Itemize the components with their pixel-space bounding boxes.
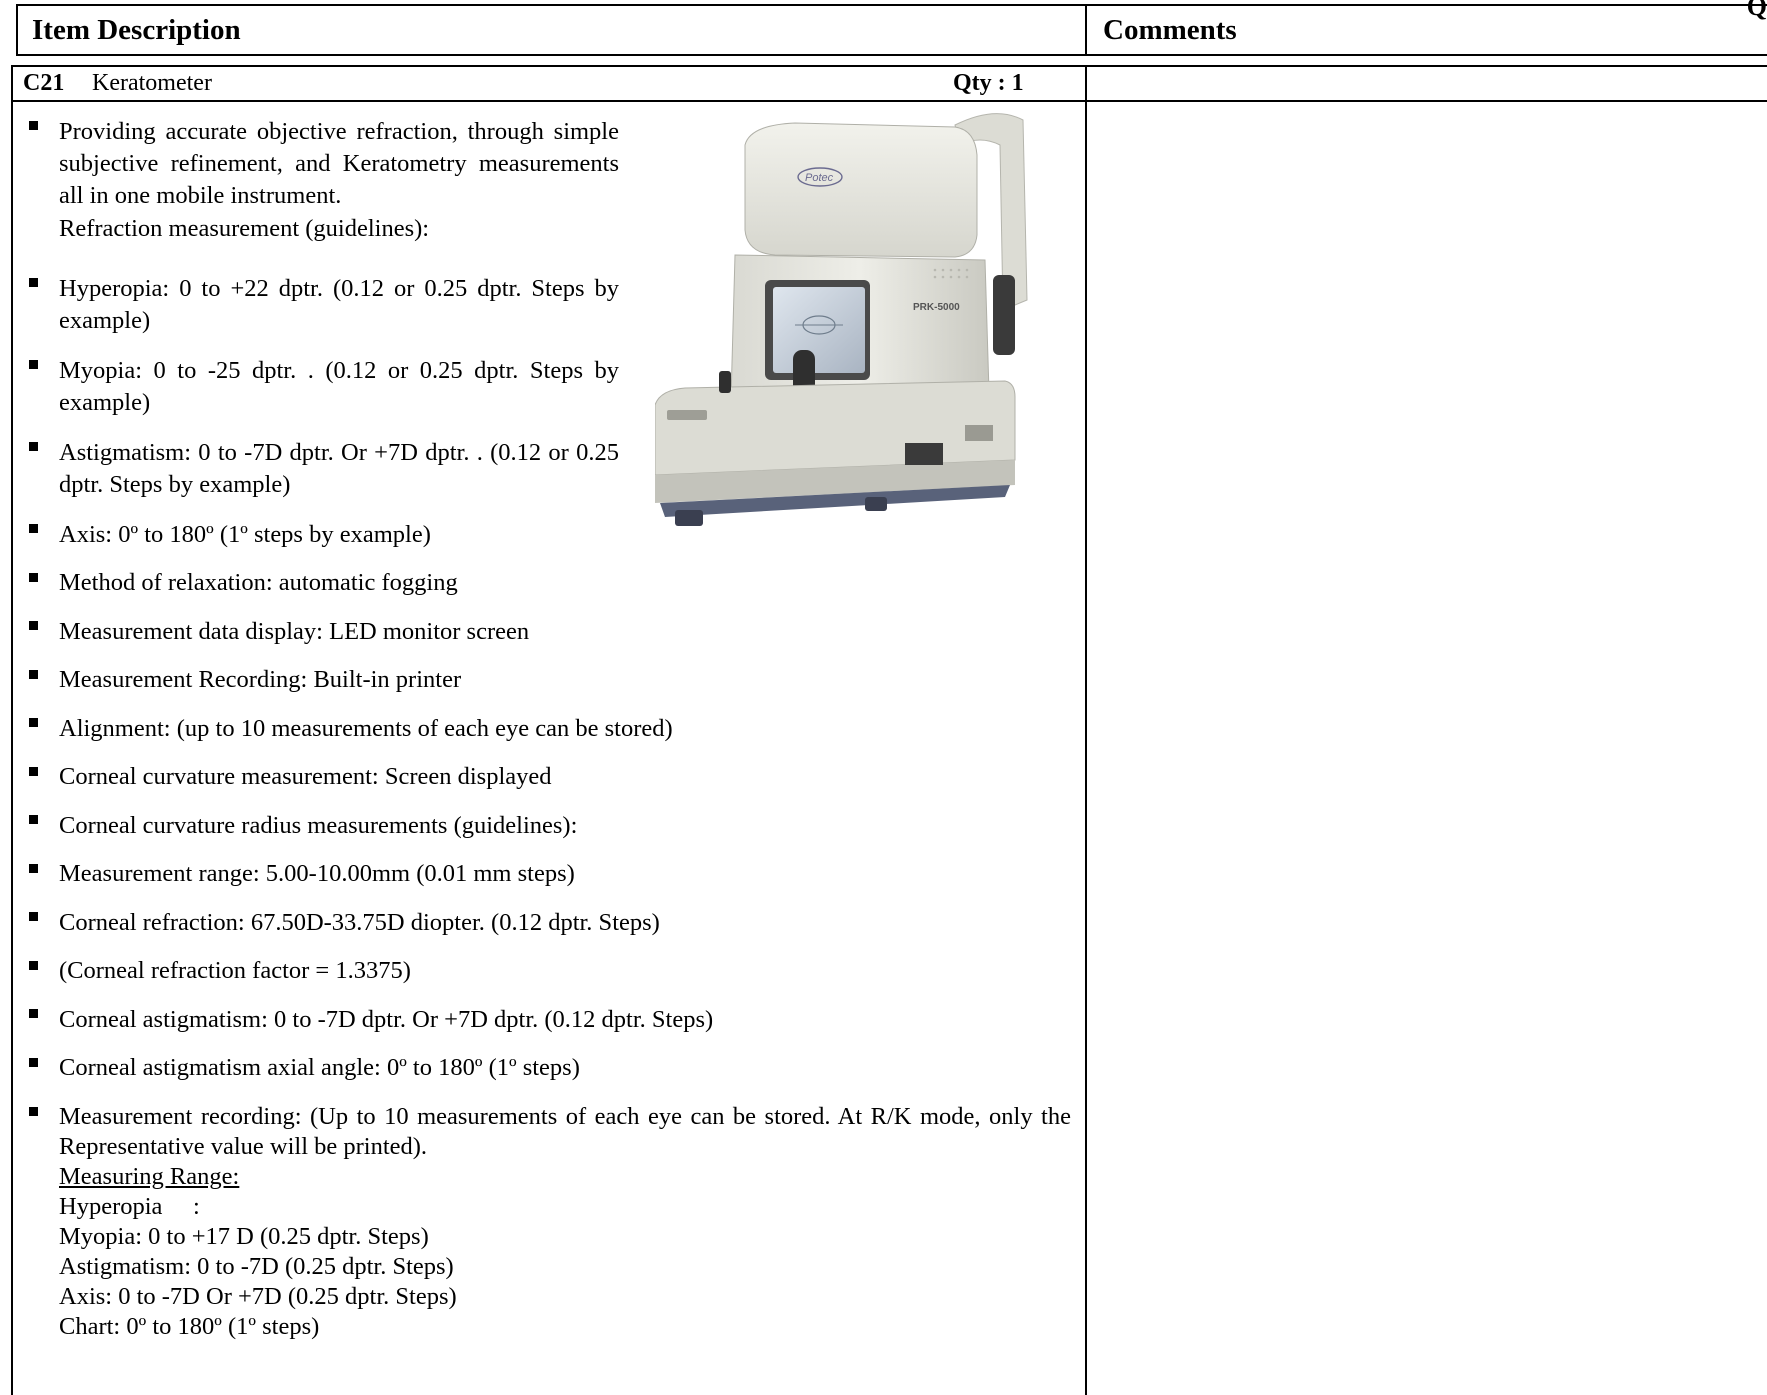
measuring-range-line: Astigmatism: 0 to -7D (0.25 dptr. Steps): [59, 1253, 454, 1280]
measuring-range-line: Myopia: 0 to +17 D (0.25 dptr. Steps): [59, 1223, 429, 1250]
bullet-marker: [29, 912, 38, 921]
bullet-marker: [29, 864, 38, 873]
spec-item: (Corneal refraction factor = 1.3375): [59, 957, 411, 984]
header-comments: Comments: [1103, 13, 1237, 46]
spec-item: Measurement recording: (Up to 10 measure…: [59, 1103, 1071, 1160]
brand-logo-text: Potec: [805, 172, 834, 184]
item-description-content: Providing accurate objective refraction,…: [0, 0, 1072, 1390]
measuring-range-heading: Measuring Range:: [59, 1163, 240, 1190]
measuring-range-line: Axis: 0 to -7D Or +7D (0.25 dptr. Steps): [59, 1283, 457, 1310]
spec-item: Providing accurate objective refraction,…: [59, 118, 619, 209]
spec-item: Method of relaxation: automatic fogging: [59, 569, 458, 596]
spec-item: Astigmatism: 0 to -7D dptr. Or +7D dptr.…: [59, 439, 619, 498]
bullet-marker: [29, 1058, 38, 1067]
spec-item: Hyperopia: 0 to +22 dptr. (0.12 or 0.25 …: [59, 275, 619, 334]
spec-item: Corneal astigmatism: 0 to -7D dptr. Or +…: [59, 1006, 714, 1033]
bullet-marker: [29, 1107, 38, 1116]
bullet-marker: [29, 718, 38, 727]
spec-item: Measurement range: 5.00-10.00mm (0.01 mm…: [59, 860, 575, 887]
refraction-heading: Refraction measurement (guidelines):: [59, 215, 430, 242]
spec-item: Corneal astigmatism axial angle: 0º to 1…: [59, 1054, 580, 1081]
bullet-marker: [29, 278, 38, 287]
bullet-marker: [29, 815, 38, 824]
bullet-marker: [29, 573, 38, 582]
measuring-range-line: Hyperopia :: [59, 1193, 200, 1220]
spec-item: Corneal refraction: 67.50D-33.75D diopte…: [59, 909, 660, 936]
corner-letter: Q: [1746, 0, 1767, 21]
bullet-marker: [29, 360, 38, 369]
bullet-marker: [29, 121, 38, 130]
bullet-marker: [29, 961, 38, 970]
bullet-marker: [29, 621, 38, 630]
spec-item: Myopia: 0 to -25 dptr. . (0.12 or 0.25 d…: [59, 357, 619, 416]
spec-item: Measurement data display: LED monitor sc…: [59, 618, 530, 645]
keratometer-photo: Potec PRK-5000: [655, 113, 1028, 526]
measuring-range-line: Chart: 0º to 180º (1º steps): [59, 1313, 320, 1340]
column-divider: [1085, 67, 1087, 1395]
spec-item: Corneal curvature radius measurements (g…: [59, 812, 578, 839]
spec-item: Alignment: (up to 10 measurements of eac…: [59, 715, 673, 742]
bullet-marker: [29, 442, 38, 451]
model-label-text: PRK-5000: [913, 302, 960, 313]
bullet-marker: [29, 524, 38, 533]
spec-item: Measurement Recording: Built-in printer: [59, 666, 462, 693]
bullet-marker: [29, 670, 38, 679]
spec-item: Corneal curvature measurement: Screen di…: [59, 763, 552, 790]
bullet-marker: [29, 1009, 38, 1018]
spec-item: Axis: 0º to 180º (1º steps by example): [59, 521, 431, 548]
bullet-marker: [29, 767, 38, 776]
